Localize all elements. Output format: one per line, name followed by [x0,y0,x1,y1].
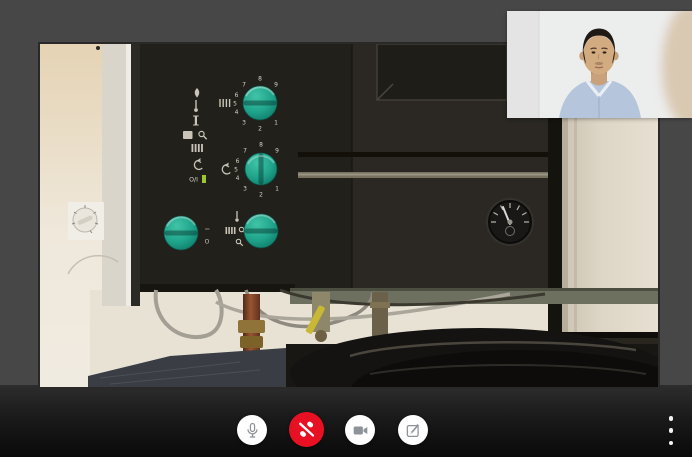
svg-text:5: 5 [234,167,238,174]
svg-text:7: 7 [242,82,246,89]
svg-text:7: 7 [243,148,247,155]
microphone-icon [243,421,262,440]
camera-button[interactable] [345,415,375,445]
svg-text:8: 8 [258,76,262,83]
svg-text:I: I [203,228,210,230]
microphone-button[interactable] [237,415,267,445]
svg-text:3: 3 [243,186,247,193]
svg-text:1: 1 [274,120,278,127]
edit-compose-icon [404,421,423,440]
compose-button[interactable] [398,415,428,445]
boiler-control-panel [140,44,552,290]
svg-text:O: O [205,239,210,246]
svg-text:3: 3 [242,120,246,127]
power-led [202,175,206,183]
phone-hangup-icon [296,419,317,440]
svg-text:6: 6 [235,92,239,99]
control-bar-background [0,385,692,457]
svg-text:5: 5 [233,101,237,108]
svg-text:8: 8 [259,142,263,149]
overflow-menu-button[interactable] [664,416,678,445]
kebab-menu-icon [669,428,674,433]
video-call-window: O/I 1 2 3 4 [0,0,692,457]
svg-text:9: 9 [274,82,278,89]
pressure-gauge [486,198,534,246]
recessed-inset [377,44,507,100]
end-call-button[interactable] [289,412,324,447]
kebab-menu-icon [669,441,674,446]
svg-text:6: 6 [236,158,240,165]
video-camera-icon [351,421,370,440]
svg-text:4: 4 [236,175,240,182]
wall-shade [507,11,539,118]
self-video-frame [507,11,692,118]
self-video[interactable] [507,11,692,118]
svg-text:1: 1 [275,186,279,193]
svg-text:2: 2 [258,126,262,133]
power-label: O/I [189,177,198,184]
boiler-side-casing [96,44,140,306]
kebab-menu-icon [669,416,674,421]
svg-text:2: 2 [259,192,263,199]
svg-text:9: 9 [275,148,279,155]
svg-text:4: 4 [235,109,239,116]
